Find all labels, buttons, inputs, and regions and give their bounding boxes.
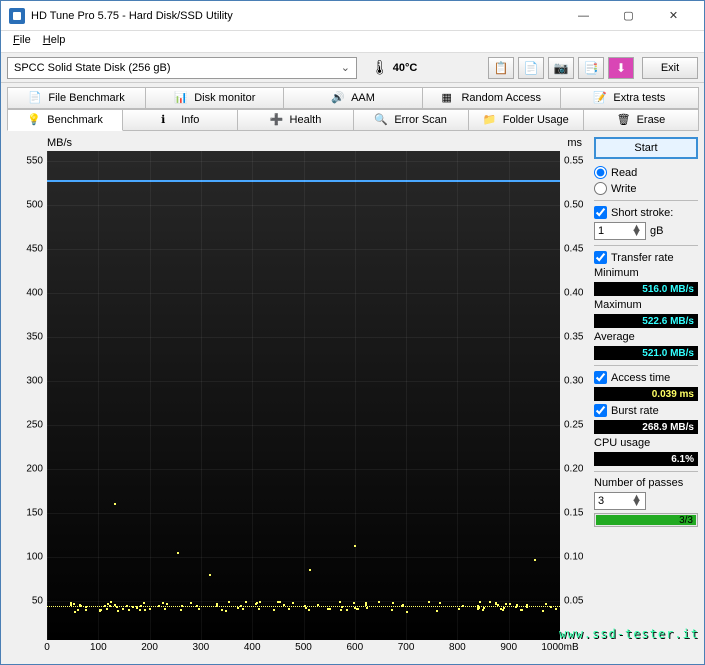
transfer-rate-checkbox[interactable]: Transfer rate	[594, 251, 698, 264]
average-label: Average	[594, 331, 698, 343]
temperature: 🌡 40°C	[371, 59, 417, 76]
error-scan-icon: 🔍	[374, 113, 388, 127]
maximum-label: Maximum	[594, 299, 698, 311]
write-radio[interactable]: Write	[594, 182, 698, 195]
health-icon: ➕	[270, 113, 284, 127]
tab-aam[interactable]: 🔊AAM	[283, 87, 422, 109]
cpu-usage-value: 6.1%	[594, 452, 698, 466]
temperature-value: 40°C	[393, 62, 418, 74]
info-icon: ℹ	[161, 113, 175, 127]
toolbar: SPCC Solid State Disk (256 gB) ⌄ 🌡 40°C …	[1, 53, 704, 83]
cpu-usage-label: CPU usage	[594, 437, 698, 449]
tab-container: 📄File Benchmark 📊Disk monitor 🔊AAM ▦Rand…	[1, 83, 704, 131]
file-benchmark-icon: 📄	[28, 91, 42, 105]
access-time-value: 0.039 ms	[594, 387, 698, 401]
burst-rate-value: 268.9 MB/s	[594, 420, 698, 434]
minimize-button[interactable]: —	[561, 2, 606, 30]
menu-help[interactable]: Help	[39, 33, 70, 50]
options-button[interactable]: 📑	[578, 57, 604, 79]
tab-extra-tests[interactable]: 📝Extra tests	[560, 87, 699, 109]
maximize-button[interactable]: ▢	[606, 2, 651, 30]
chart-wrap: MB/s ms 55050045040035030025020015010050…	[7, 137, 590, 658]
folder-usage-icon: 📁	[483, 113, 497, 127]
benchmark-icon: 💡	[27, 113, 41, 127]
tab-erase[interactable]: 🗑Erase	[583, 109, 699, 131]
tab-error-scan[interactable]: 🔍Error Scan	[353, 109, 469, 131]
maximum-value: 522.6 MB/s	[594, 314, 698, 328]
minimum-label: Minimum	[594, 267, 698, 279]
short-stroke-unit: gB	[650, 225, 663, 237]
tab-disk-monitor[interactable]: 📊Disk monitor	[145, 87, 284, 109]
short-stroke-input[interactable]: 1▲▼	[594, 222, 646, 240]
erase-icon: 🗑	[617, 113, 631, 127]
app-icon	[9, 8, 25, 24]
benchmark-chart: 550500450400350300250200150100500.550.50…	[47, 151, 560, 640]
average-value: 521.0 MB/s	[594, 346, 698, 360]
passes-progress: 3/3	[594, 513, 698, 527]
tab-random-access[interactable]: ▦Random Access	[422, 87, 561, 109]
drive-select[interactable]: SPCC Solid State Disk (256 gB) ⌄	[7, 57, 357, 79]
extra-tests-icon: 📝	[593, 91, 607, 105]
burst-rate-checkbox[interactable]: Burst rate	[594, 404, 698, 417]
titlebar: HD Tune Pro 5.75 - Hard Disk/SSD Utility…	[1, 1, 704, 31]
read-radio[interactable]: Read	[594, 166, 698, 179]
passes-input[interactable]: 3▲▼	[594, 492, 646, 510]
tab-file-benchmark[interactable]: 📄File Benchmark	[7, 87, 146, 109]
results-panel: Start Read Write Short stroke: 1▲▼ gB Tr…	[590, 137, 698, 658]
exit-button[interactable]: Exit	[642, 57, 698, 79]
menu-file[interactable]: File	[9, 33, 35, 50]
chevron-down-icon: ⌄	[341, 61, 350, 74]
content-area: MB/s ms 55050045040035030025020015010050…	[1, 131, 704, 664]
tab-health[interactable]: ➕Health	[237, 109, 353, 131]
passes-label: Number of passes	[594, 477, 698, 489]
save-screenshot-button[interactable]: 📷	[548, 57, 574, 79]
disk-monitor-icon: 📊	[174, 91, 188, 105]
menubar: File Help	[1, 31, 704, 53]
drive-select-value: SPCC Solid State Disk (256 gB)	[14, 62, 171, 74]
save-button[interactable]: ⬇	[608, 57, 634, 79]
aam-icon: 🔊	[331, 91, 345, 105]
tab-benchmark[interactable]: 💡Benchmark	[7, 109, 123, 131]
minimum-value: 516.0 MB/s	[594, 282, 698, 296]
random-access-icon: ▦	[441, 91, 455, 105]
tab-folder-usage[interactable]: 📁Folder Usage	[468, 109, 584, 131]
y-axis-label-left: MB/s	[47, 137, 72, 149]
start-button[interactable]: Start	[594, 137, 698, 159]
close-button[interactable]: ✕	[651, 2, 696, 30]
tab-info[interactable]: ℹInfo	[122, 109, 238, 131]
access-time-checkbox[interactable]: Access time	[594, 371, 698, 384]
y-axis-label-right: ms	[567, 137, 582, 149]
watermark: www.ssd-tester.it	[559, 627, 699, 641]
copy-info-button[interactable]: 📋	[488, 57, 514, 79]
window-title: HD Tune Pro 5.75 - Hard Disk/SSD Utility	[31, 10, 233, 22]
short-stroke-checkbox[interactable]: Short stroke:	[594, 206, 698, 219]
thermometer-icon: 🌡	[371, 59, 389, 76]
copy-screenshot-button[interactable]: 📄	[518, 57, 544, 79]
